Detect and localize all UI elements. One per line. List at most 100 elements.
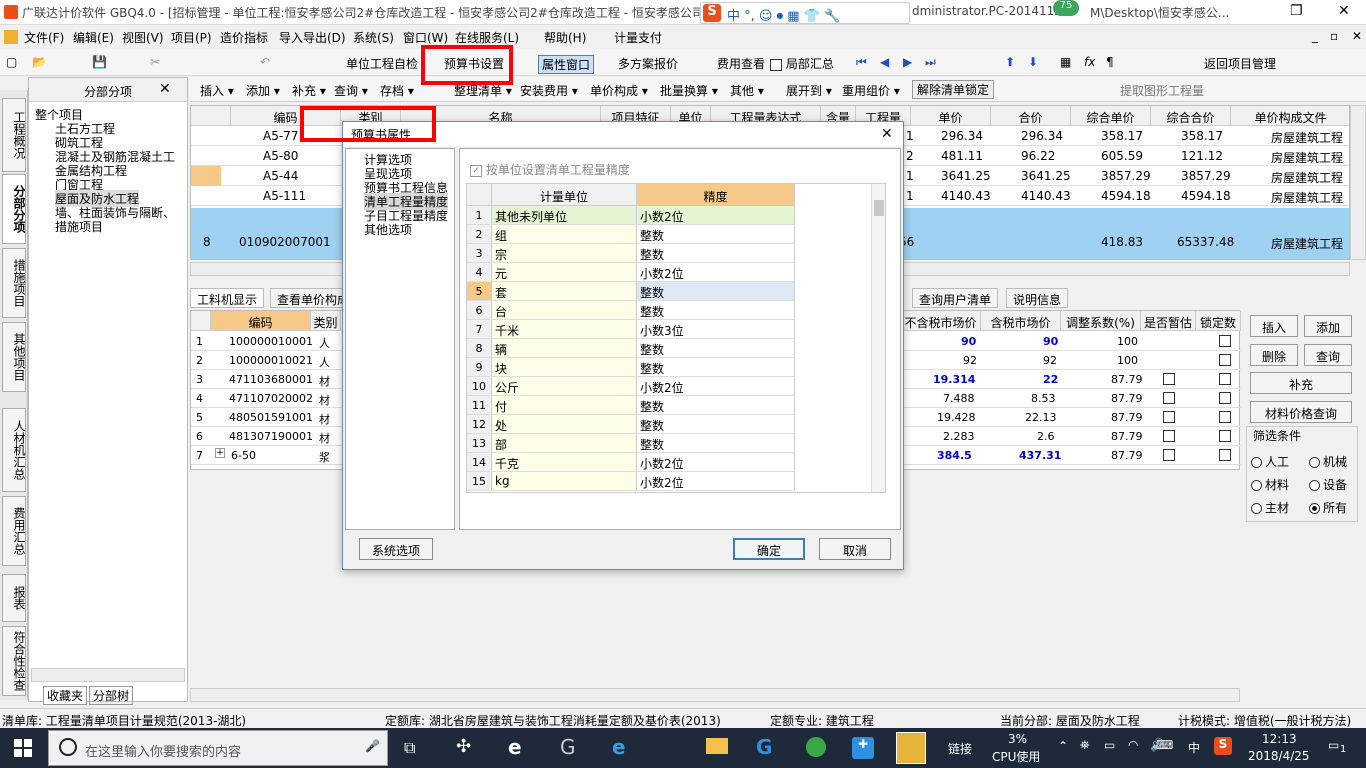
sogou-tray-icon[interactable]: S xyxy=(1214,737,1232,755)
gbq-icon[interactable] xyxy=(896,732,926,764)
tab-other-items[interactable]: 其他项目 xyxy=(2,322,26,392)
nav-last-icon[interactable]: ⏭ xyxy=(925,55,936,70)
fan-app-icon[interactable]: ✣ xyxy=(456,736,471,757)
add-button[interactable]: 添加 xyxy=(1304,315,1352,337)
lang-indicator[interactable]: 中 xyxy=(1188,739,1200,756)
estimate-checkbox[interactable] xyxy=(1163,392,1175,404)
lock-checkbox[interactable] xyxy=(1219,449,1231,461)
battery-icon[interactable]: ▭ xyxy=(1104,738,1115,752)
close-window-icon[interactable]: ✕ xyxy=(1338,3,1350,19)
precision-row[interactable]: 12 处整数 xyxy=(467,415,817,434)
supplement-button[interactable]: 补充 xyxy=(1250,372,1352,394)
mdi-close-icon[interactable]: ✕ xyxy=(1352,29,1362,43)
precision-row[interactable]: 13 部整数 xyxy=(467,434,817,453)
open-icon[interactable]: 📂 xyxy=(32,55,47,69)
tray-up-icon[interactable]: ⌃ xyxy=(1058,739,1068,753)
tab-sub-items[interactable]: 分部分项 xyxy=(2,174,26,244)
expand-icon[interactable]: + xyxy=(215,448,225,458)
query-menu[interactable]: 查询 ▾ xyxy=(334,82,368,99)
menu-help[interactable]: 帮助(H) xyxy=(544,29,586,46)
precision-row[interactable]: 8 辆整数 xyxy=(467,339,817,358)
paragraph-icon[interactable]: ¶ xyxy=(1106,55,1114,69)
move-down-icon[interactable]: ⬇ xyxy=(1028,55,1038,69)
edge-icon[interactable]: e xyxy=(612,735,626,759)
filter-labor[interactable]: 人工 xyxy=(1251,453,1289,470)
filter-equipment[interactable]: 设备 xyxy=(1309,476,1347,493)
add-menu[interactable]: 添加 ▾ xyxy=(246,82,280,99)
archive-menu[interactable]: 存档 ▾ xyxy=(380,82,414,99)
estimate-checkbox[interactable] xyxy=(1163,449,1175,461)
mdi-restore-icon[interactable]: ▫ xyxy=(1330,29,1338,43)
expand-menu[interactable]: 展开到 ▾ xyxy=(786,82,832,99)
radio-material[interactable] xyxy=(1251,480,1262,491)
multi-plan-button[interactable]: 多方案报价 xyxy=(618,55,678,72)
row-precision[interactable]: 整数 xyxy=(637,415,795,434)
batch-convert-menu[interactable]: 批量换算 ▾ xyxy=(660,82,718,99)
precision-row[interactable]: 9 块整数 xyxy=(467,358,817,377)
precision-row[interactable]: 11 付整数 xyxy=(467,396,817,415)
supplement-menu[interactable]: 补充 ▾ xyxy=(292,82,326,99)
scroll-thumb[interactable] xyxy=(874,200,884,216)
tree-hscroll[interactable] xyxy=(31,668,185,682)
precision-row[interactable]: 3 宗整数 xyxy=(467,244,817,263)
filter-material[interactable]: 材料 xyxy=(1251,476,1289,493)
menu-import-export[interactable]: 导入导出(D) xyxy=(279,29,346,46)
unit-precision-checkbox[interactable]: ✓ 按单位设置清单工程量精度 xyxy=(470,161,630,178)
tab-description[interactable]: 说明信息 xyxy=(1006,288,1069,308)
extract-graphic-button[interactable]: 提取图形工程量 xyxy=(1120,82,1204,99)
tab-labor-material[interactable]: 人材机汇总 xyxy=(2,408,26,492)
lock-checkbox[interactable] xyxy=(1219,373,1231,385)
install-fee-menu[interactable]: 安装费用 ▾ xyxy=(520,82,578,99)
folder-icon[interactable] xyxy=(706,738,728,754)
return-button[interactable]: 返回项目管理 xyxy=(1204,55,1276,72)
tab-reports[interactable]: 报表 xyxy=(2,574,26,622)
delete-button[interactable]: 删除 xyxy=(1250,344,1298,366)
taskbar-search[interactable]: 在这里输入你要搜索的内容 🎤 xyxy=(48,730,388,766)
favorites-tab[interactable]: 收藏夹 xyxy=(43,686,88,705)
radio-machine[interactable] xyxy=(1309,457,1320,468)
row-precision[interactable]: 整数 xyxy=(637,301,795,320)
row-precision[interactable]: 小数2位 xyxy=(637,453,795,472)
row-precision[interactable]: 整数 xyxy=(637,225,795,244)
self-check-button[interactable]: 单位工程自检 xyxy=(346,55,418,72)
tab-query-user-list[interactable]: 查询用户清单 xyxy=(912,288,999,308)
row-precision[interactable]: 整数 xyxy=(637,282,795,301)
notification-icon[interactable]: ▭ xyxy=(1328,738,1339,752)
dialog-close-icon[interactable]: ✕ xyxy=(881,126,893,142)
filter-all[interactable]: 所有 xyxy=(1309,499,1347,516)
other-menu[interactable]: 其他 ▾ xyxy=(730,82,764,99)
nav-first-icon[interactable]: ⏮ xyxy=(856,55,867,70)
blue-app-icon[interactable]: ✚ xyxy=(852,737,874,759)
price-query-button[interactable]: 材料价格查询 xyxy=(1250,401,1352,423)
start-icon[interactable] xyxy=(14,739,32,757)
panel-close-icon[interactable]: ✕ xyxy=(159,81,171,97)
radio-main-material[interactable] xyxy=(1251,503,1262,514)
nav-prev-icon[interactable]: ◀ xyxy=(880,55,889,69)
grid1-vscroll[interactable] xyxy=(1350,105,1366,260)
row-precision[interactable]: 小数2位 xyxy=(637,377,795,396)
row-precision[interactable]: 整数 xyxy=(637,396,795,415)
lock-checkbox[interactable] xyxy=(1219,335,1231,347)
menu-system[interactable]: 系统(S) xyxy=(353,29,394,46)
row-precision[interactable]: 小数2位 xyxy=(637,263,795,282)
lock-checkbox[interactable] xyxy=(1219,430,1231,442)
precision-row[interactable]: 10 公斤 小数2位 xyxy=(467,377,817,396)
row-precision[interactable]: 整数 xyxy=(637,358,795,377)
row-precision[interactable]: 小数2位 xyxy=(637,472,795,491)
reuse-menu[interactable]: 重用组价 ▾ xyxy=(842,82,900,99)
tab-measures[interactable]: 措施项目 xyxy=(2,248,26,318)
calculator-icon[interactable]: ▦ xyxy=(1060,55,1071,69)
row-precision[interactable]: 小数2位 xyxy=(637,206,795,225)
precision-row[interactable]: 4 元小数2位 xyxy=(467,263,817,282)
precision-vscroll[interactable] xyxy=(871,184,885,492)
property-window-button[interactable]: 属性窗口 xyxy=(538,55,595,74)
tree-item[interactable]: 措施项目 xyxy=(55,218,103,235)
ok-button[interactable]: 确定 xyxy=(733,538,805,560)
lower-hscroll[interactable] xyxy=(190,688,1240,702)
menu-measure-pay[interactable]: 计量支付 xyxy=(614,29,662,46)
green-app-icon[interactable] xyxy=(806,737,826,757)
unit-price-menu[interactable]: 单价构成 ▾ xyxy=(590,82,648,99)
ime-toolbar[interactable]: S 中 °, ☺ ⏺ ▦ 👕 🔧 xyxy=(700,2,910,24)
precision-row[interactable]: 15 kg 小数2位 xyxy=(467,472,817,491)
menu-edit[interactable]: 编辑(E) xyxy=(73,29,114,46)
